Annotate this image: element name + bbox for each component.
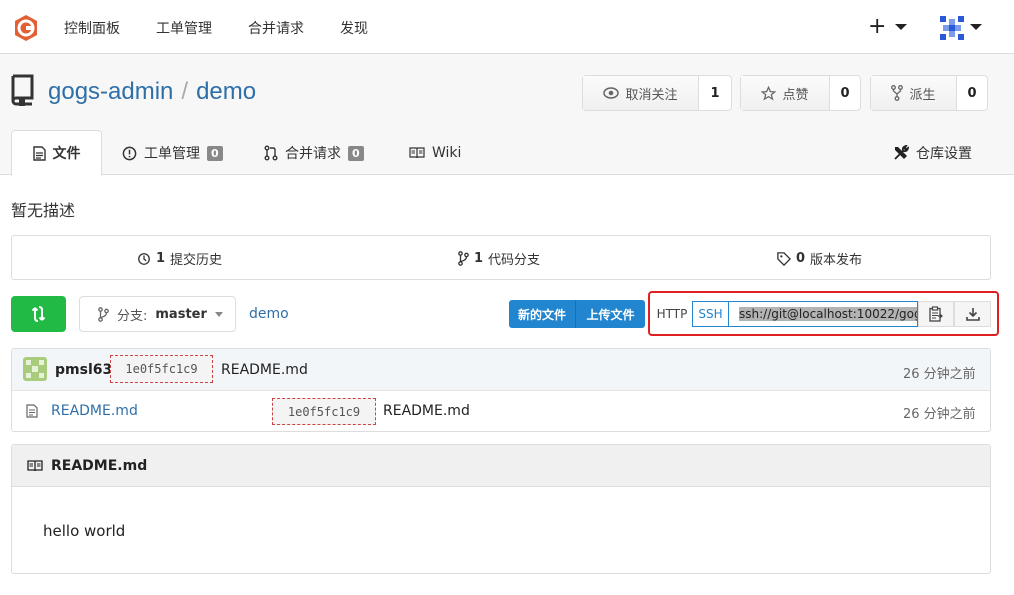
clipboard-icon [929,306,943,322]
fork-button[interactable]: 派生 0 [870,75,988,111]
eye-icon [603,87,620,99]
file-commit-message[interactable]: README.md [383,403,470,419]
latest-commit-row: pmsl63 1e0f5fc1c9 README.md 26 分钟之前 [12,349,990,391]
chevron-down-icon [214,311,223,317]
file-row: README.md 1e0f5fc1c9 README.md 26 分钟之前 [12,391,990,431]
repo-book-icon [10,74,36,106]
user-avatar[interactable] [938,14,966,42]
commit-message[interactable]: README.md [221,362,308,378]
file-text-icon [32,145,46,161]
book-icon [409,147,425,159]
tab-files-label: 文件 [52,146,81,162]
readme-header: README.md [12,445,990,487]
nav-issues[interactable]: 工单管理 [156,18,212,38]
watch-label[interactable]: 取消关注 [583,76,699,110]
file-text-icon [26,404,38,418]
pull-request-icon [264,145,278,161]
history-icon [138,252,150,265]
watch-count[interactable]: 1 [699,76,731,110]
repo-title-separator: / [181,78,189,105]
file-commit-sha-button[interactable]: 1e0f5fc1c9 [272,398,376,425]
commit-time: 26 分钟之前 [903,367,976,382]
clone-url-text: ssh://git@localhost:10022/gogs-admin/dem… [739,307,917,321]
clone-http-button[interactable]: HTTP [652,301,692,327]
nav-explore[interactable]: 发现 [340,18,368,38]
breadcrumb-repo-link[interactable]: demo [249,306,289,322]
clone-url-input[interactable]: ssh://git@localhost:10022/gogs-admin/dem… [729,301,918,327]
star-button[interactable]: 点赞 0 [740,75,861,111]
issue-opened-icon [122,146,137,160]
star-count[interactable]: 0 [830,76,860,110]
repo-owner-link[interactable]: gogs-admin [48,78,173,105]
nav-pulls[interactable]: 合并请求 [248,18,304,38]
star-icon [761,85,777,101]
download-icon [965,308,980,321]
download-archive-button[interactable] [954,301,991,327]
fork-label[interactable]: 派生 [871,76,957,110]
commit-sha-button[interactable]: 1e0f5fc1c9 [110,355,213,383]
branch-icon [458,251,469,266]
tag-icon [777,251,791,266]
file-list-table: pmsl63 1e0f5fc1c9 README.md 26 分钟之前 READ… [11,348,991,432]
readme-title: README.md [51,458,148,474]
tab-files[interactable]: 文件 [11,130,102,176]
commits-stat-link[interactable]: 1 提交历史 [137,249,222,268]
copy-url-button[interactable] [918,301,954,327]
repo-stats-bar: 1 提交历史 1 代码分支 0 版本发布 [11,235,991,280]
branch-icon [98,306,109,322]
upload-file-button[interactable]: 上传文件 [575,300,645,328]
tab-pulls-label: 合并请求 [285,146,341,162]
nav-dashboard[interactable]: 控制面板 [64,18,120,38]
readme-panel: README.md hello world [11,444,991,574]
readme-content: hello world [43,522,126,540]
book-icon [27,460,43,472]
file-commit-time: 26 分钟之前 [903,407,976,422]
top-navbar: 控制面板 工单管理 合并请求 发现 + [0,0,1014,54]
commit-author[interactable]: pmsl63 [55,362,112,378]
branch-selector-dropdown[interactable]: 分支: master [79,296,236,332]
tab-wiki[interactable]: Wiki [409,130,461,176]
releases-stat-link[interactable]: 0 版本发布 [777,249,862,268]
repo-title: gogs-admin / demo [48,78,256,106]
user-menu-chevron-down-icon[interactable] [970,24,982,30]
fork-icon [891,85,904,101]
issues-count-badge: 0 [207,145,223,161]
create-new-plus-icon[interactable]: + [868,14,886,39]
tab-issues-label: 工单管理 [144,146,200,162]
watch-button[interactable]: 取消关注 1 [582,75,732,111]
file-name-link[interactable]: README.md [51,403,138,419]
branches-stat-link[interactable]: 1 代码分支 [458,249,540,268]
fork-count[interactable]: 0 [957,76,987,110]
tools-icon [894,145,909,160]
tab-settings[interactable]: 仓库设置 [893,130,972,176]
branch-name: master [155,306,207,322]
create-menu-chevron-down-icon[interactable] [895,24,907,30]
author-avatar[interactable] [23,357,47,381]
gogs-logo-icon[interactable] [12,14,40,42]
clone-ssh-button[interactable]: SSH [692,301,729,327]
tab-pulls[interactable]: 合并请求 0 [264,130,364,176]
new-file-button[interactable]: 新的文件 [509,300,575,328]
star-label[interactable]: 点赞 [741,76,830,110]
pulls-count-badge: 0 [348,145,364,161]
tab-issues[interactable]: 工单管理 0 [122,130,223,176]
compare-sync-icon [31,306,46,322]
repo-description: 暂无描述 [11,201,76,220]
compare-button[interactable] [11,296,66,332]
repo-name-link[interactable]: demo [196,78,256,105]
tab-wiki-label: Wiki [432,145,462,161]
tab-settings-label: 仓库设置 [916,146,972,162]
branch-prefix: 分支: [117,308,148,324]
